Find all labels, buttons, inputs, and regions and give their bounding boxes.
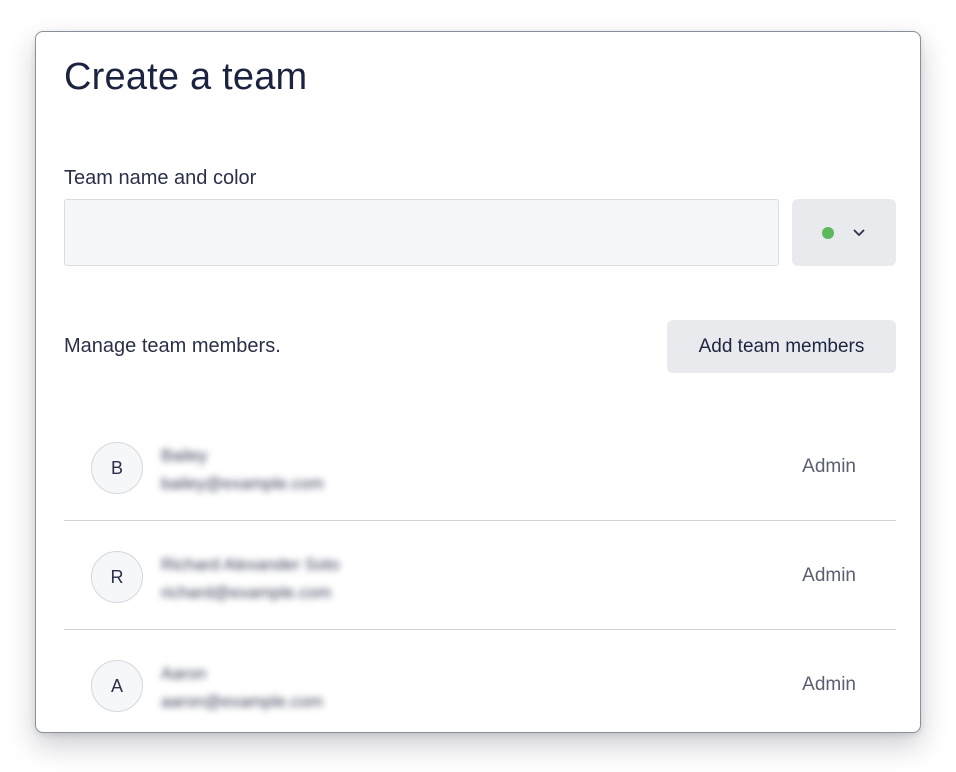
team-color-select[interactable] bbox=[792, 199, 896, 266]
member-email: bailey@example.com bbox=[161, 474, 324, 493]
member-email: richard@example.com bbox=[161, 583, 332, 602]
member-role: Admin bbox=[802, 674, 856, 695]
team-name-label: Team name and color bbox=[64, 167, 257, 189]
member-row: B Bailey bailey@example.com Admin bbox=[64, 412, 896, 521]
member-row: A Aaron aaron@example.com Admin bbox=[64, 630, 896, 732]
avatar: B bbox=[91, 442, 143, 494]
member-list: B Bailey bailey@example.com Admin R Rich… bbox=[64, 412, 896, 732]
dialog-title: Create a team bbox=[64, 56, 308, 98]
member-role: Admin bbox=[802, 565, 856, 586]
create-team-dialog: Create a team Team name and color Manage… bbox=[35, 31, 921, 733]
member-row: R Richard Alexander Soto richard@example… bbox=[64, 521, 896, 630]
manage-members-label: Manage team members. bbox=[64, 335, 281, 357]
member-name: Bailey bbox=[161, 446, 208, 465]
add-team-members-button[interactable]: Add team members bbox=[667, 320, 896, 373]
color-dot-icon bbox=[822, 226, 834, 239]
team-name-input[interactable] bbox=[64, 199, 779, 266]
member-name: Richard Alexander Soto bbox=[161, 555, 340, 574]
avatar: R bbox=[91, 551, 143, 603]
member-name: Aaron bbox=[161, 664, 207, 683]
member-role: Admin bbox=[802, 456, 856, 477]
chevron-down-icon bbox=[852, 226, 866, 240]
avatar: A bbox=[91, 660, 143, 712]
member-email: aaron@example.com bbox=[161, 692, 323, 711]
